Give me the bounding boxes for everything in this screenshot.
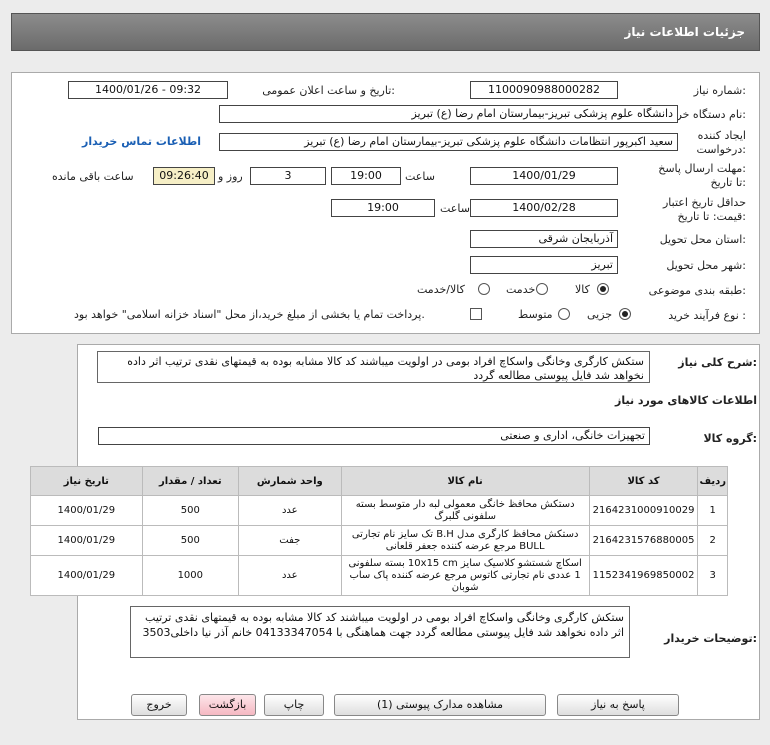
- province-field: آذربایجان شرقی: [470, 230, 618, 248]
- deadline-label-1: مهلت ارسال پاسخ:: [658, 162, 746, 175]
- cell-index: 2: [697, 525, 728, 556]
- validity-time-label: ساعت: [440, 202, 470, 215]
- buyer-org-field: دانشگاه علوم پزشکی تبریز-بیمارستان امام …: [219, 105, 678, 123]
- category-radio-both[interactable]: [478, 283, 490, 295]
- cell-date: 1400/01/29: [30, 525, 143, 556]
- category-radio-service[interactable]: [536, 283, 548, 295]
- process-option-medium: متوسط: [518, 308, 553, 321]
- validity-label-1: حداقل تاریخ اعتبار: [662, 196, 746, 209]
- days-label: روز و: [218, 170, 243, 183]
- province-label: استان محل تحویل:: [659, 233, 746, 246]
- deadline-date-field: 1400/01/29: [470, 167, 618, 185]
- cell-code: 1152341969850002: [588, 555, 699, 596]
- col-date: تاریخ نیاز: [30, 466, 143, 496]
- page-header: جزئیات اطلاعات نیاز: [11, 13, 760, 51]
- validity-time-field: 19:00: [331, 199, 435, 217]
- creator-label-1: ایجاد کننده: [697, 129, 746, 142]
- col-code: کد کالا: [588, 466, 699, 496]
- cell-qty: 500: [141, 495, 239, 526]
- cell-unit: عدد: [237, 495, 342, 526]
- back-button[interactable]: بازگشت: [199, 694, 256, 716]
- days-field: 3: [250, 167, 326, 185]
- goods-section-title: اطلاعات کالاهای مورد نیاز: [615, 394, 757, 407]
- treasury-note: پرداخت تمام یا بخشی از مبلغ خرید،از محل …: [74, 308, 425, 321]
- category-option-service: خدمت: [506, 283, 536, 296]
- process-radio-minor[interactable]: [619, 308, 631, 320]
- page-title: جزئیات اطلاعات نیاز: [624, 25, 745, 39]
- view-attachments-button[interactable]: مشاهده مدارک پیوستی (1): [334, 694, 546, 716]
- col-index: ردیف: [697, 466, 728, 496]
- city-field: تبریز: [470, 256, 618, 274]
- summary-text: ستکش کارگری وخانگی واسکاچ افراد بومی در …: [97, 351, 650, 383]
- cell-name: دستکش محافظ خانگی معمولی لبه دار متوسط ب…: [340, 495, 590, 526]
- buyer-contact-link[interactable]: اطلاعات تماس خریدار: [82, 135, 201, 148]
- city-label: شهر محل تحویل:: [666, 259, 746, 272]
- category-radio-goods[interactable]: [597, 283, 609, 295]
- category-option-goods: کالا: [575, 283, 590, 296]
- announce-field: 1400/01/26 - 09:32: [68, 81, 228, 99]
- treasury-checkbox[interactable]: [470, 308, 482, 320]
- print-button[interactable]: چاپ: [264, 694, 324, 716]
- category-option-both: کالا/خدمت: [417, 283, 465, 296]
- col-unit: واحد شمارش: [237, 466, 342, 496]
- goods-group-field: تجهیزات خانگی، اداری و صنعتی: [98, 427, 650, 445]
- creator-label-2: درخواست:: [696, 143, 747, 156]
- buyer-notes-label: توضیحات خریدار:: [664, 632, 757, 645]
- table-row: 2 2164231576880005 دستکش محافظ کارگری مد…: [30, 525, 728, 556]
- cell-name: اسکاچ شستشو کلاسیک سایز 10x15 cm بسته سل…: [340, 555, 590, 596]
- process-label: نوع فرآیند خرید :: [668, 309, 746, 322]
- cell-index: 1: [697, 495, 728, 526]
- category-label: طبقه بندی موضوعی:: [648, 284, 746, 297]
- need-number-label: شماره نیاز:: [693, 84, 746, 97]
- table-row: 1 2164231000910029 دستکش محافظ خانگی معم…: [30, 495, 728, 526]
- deadline-time-label: ساعت: [405, 170, 435, 183]
- cell-index: 3: [697, 555, 728, 596]
- goods-group-label: گروه کالا:: [703, 432, 757, 445]
- deadline-time-field: 19:00: [331, 167, 401, 185]
- cell-date: 1400/01/29: [30, 555, 143, 596]
- remaining-label: ساعت باقی مانده: [52, 170, 134, 183]
- reply-button[interactable]: پاسخ به نیاز: [557, 694, 679, 716]
- cell-qty: 1000: [141, 555, 239, 596]
- need-info-panel: شماره نیاز: 1100090988000282 تاریخ و ساع…: [11, 72, 760, 334]
- cell-code: 2164231576880005: [588, 525, 699, 556]
- process-radio-medium[interactable]: [558, 308, 570, 320]
- col-qty: تعداد / مقدار: [141, 466, 239, 496]
- deadline-label-2: تا تاریخ:: [710, 176, 746, 189]
- validity-date-field: 1400/02/28: [470, 199, 618, 217]
- col-name: نام کالا: [340, 466, 590, 496]
- cell-code: 2164231000910029: [588, 495, 699, 526]
- table-row: 3 1152341969850002 اسکاچ شستشو کلاسیک سا…: [30, 555, 728, 596]
- cell-name: دستکش محافظ کارگری مدل B.H تک سایز نام ت…: [340, 525, 590, 556]
- exit-button[interactable]: خروج: [131, 694, 187, 716]
- validity-label-2: قیمت: تا تاریخ:: [677, 210, 746, 223]
- cell-qty: 500: [141, 525, 239, 556]
- cell-unit: جفت: [237, 525, 342, 556]
- cell-unit: عدد: [237, 555, 342, 596]
- need-number-field: 1100090988000282: [470, 81, 618, 99]
- buyer-notes-text: ستکش کارگری وخانگی واسکاچ افراد بومی در …: [130, 606, 630, 658]
- remaining-time-field: 09:26:40: [153, 167, 215, 185]
- goods-table: ردیف کد کالا نام کالا واحد شمارش تعداد /…: [30, 466, 728, 596]
- cell-date: 1400/01/29: [30, 495, 143, 526]
- process-option-minor: جزیی: [587, 308, 613, 321]
- creator-field: سعید اکبرپور انتظامات دانشگاه علوم پزشکی…: [219, 133, 678, 151]
- summary-label: شرح کلی نیاز:: [678, 356, 757, 369]
- announce-label: تاریخ و ساعت اعلان عمومی:: [262, 84, 395, 97]
